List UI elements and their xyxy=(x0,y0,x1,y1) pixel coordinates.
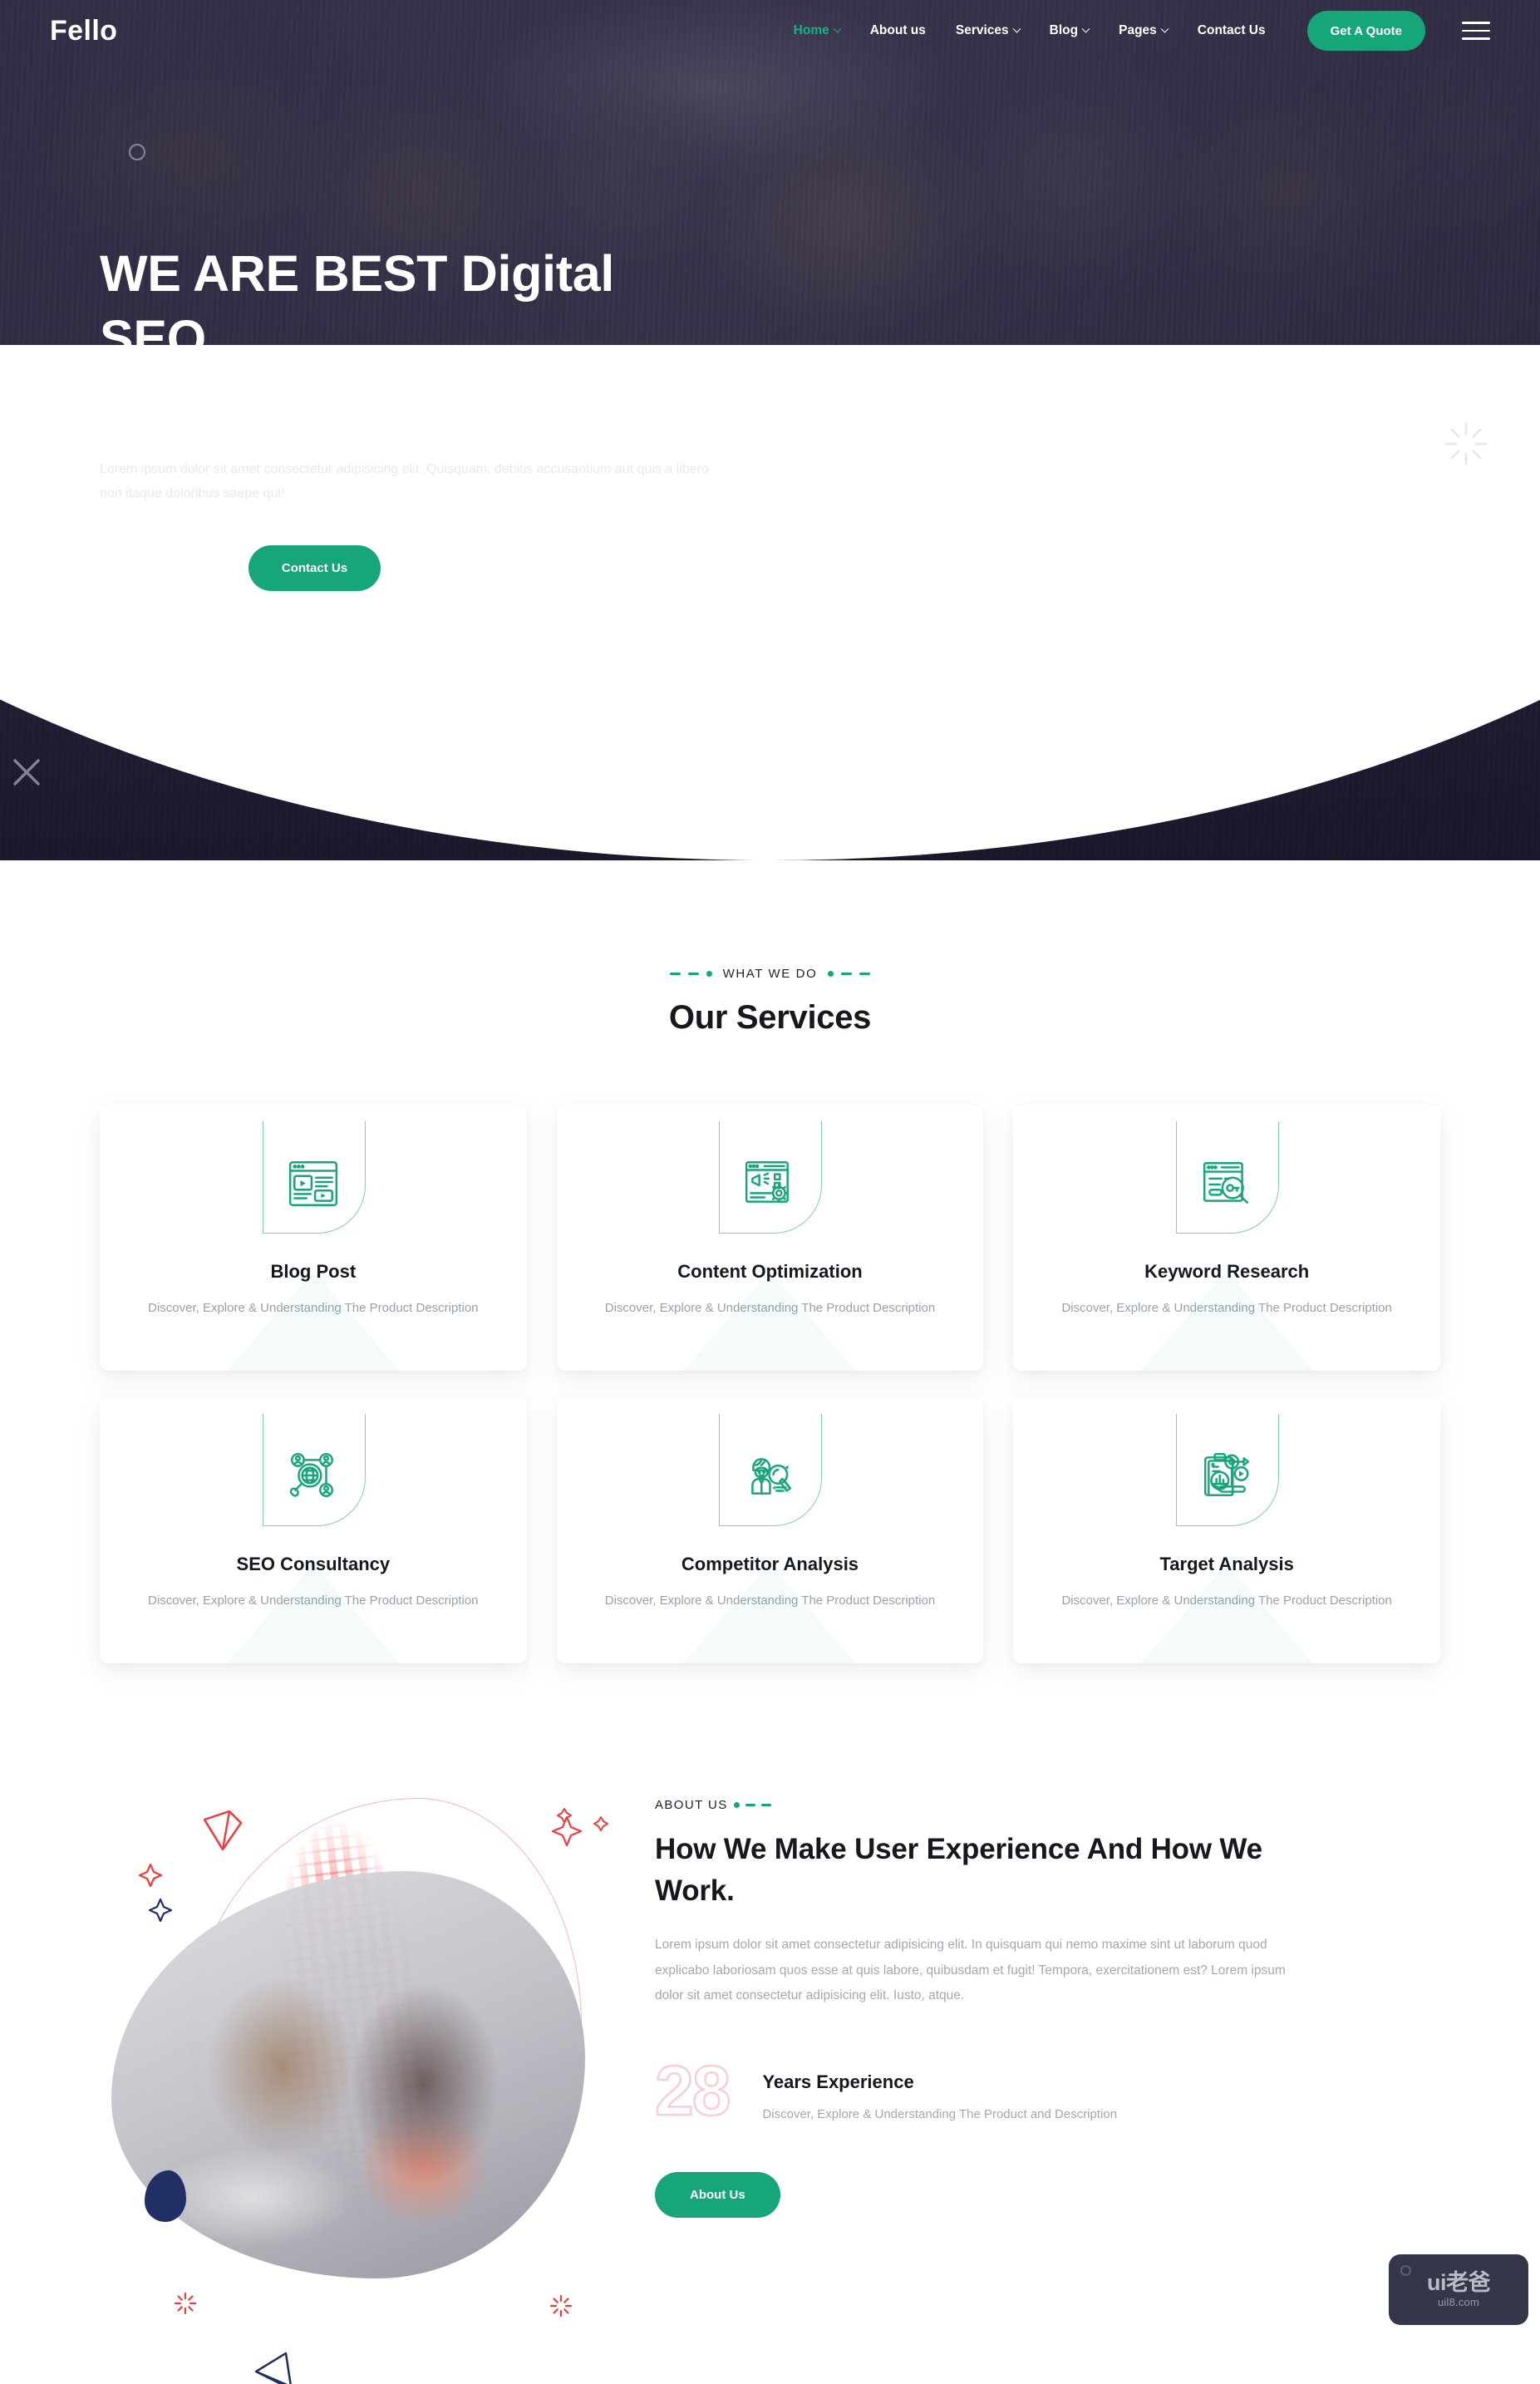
hero-title-line-2: SEO xyxy=(100,310,206,367)
red-burst-decor-icon xyxy=(549,2293,573,2322)
about-eyebrow: ABOUT US xyxy=(655,1798,1440,1812)
social-links xyxy=(1224,574,1540,798)
services-title: Our Services xyxy=(668,999,872,1036)
services-eyebrow: WHAT WE DO xyxy=(0,967,1540,981)
service-card-keyword-research[interactable]: Keyword Research Discover, Explore & Und… xyxy=(1013,1105,1440,1371)
circle-decor-icon xyxy=(1400,2265,1411,2276)
nav-label: Services xyxy=(955,23,1009,37)
about-illustration xyxy=(100,1750,632,2384)
service-card-seo-consultancy[interactable]: SEO Consultancy Discover, Explore & Unde… xyxy=(100,1397,527,1663)
nav-label: Pages xyxy=(1119,23,1157,37)
watermark-badge: ui老爸 uil8.com xyxy=(1389,2254,1528,2325)
about-paragraph: Lorem ipsum dolor sit amet consectetur a… xyxy=(655,1938,1286,2002)
experience-title: Years Experience xyxy=(762,2071,914,2093)
sparkle-decor-circle xyxy=(125,140,150,165)
navy-paper-plane-decor-icon xyxy=(251,2347,303,2384)
keyword-research-icon xyxy=(1176,1121,1280,1234)
dash-decor xyxy=(745,1804,755,1806)
contact-us-button[interactable]: Contact Us xyxy=(248,545,381,592)
nav-item-services[interactable]: Services xyxy=(941,23,1035,38)
navy-sparkle-decor-icon xyxy=(146,1896,175,1928)
content-optimization-icon xyxy=(719,1121,823,1234)
red-diamond-decor-icon xyxy=(198,1805,249,1860)
dash-decor xyxy=(841,973,853,975)
target-analysis-icon xyxy=(1176,1414,1280,1526)
facebook-icon[interactable] xyxy=(1292,733,1334,775)
starburst-decor-icon xyxy=(1442,420,1490,468)
pinterest-icon[interactable] xyxy=(1482,577,1523,618)
nav-label: Blog xyxy=(1049,23,1079,37)
service-card-competitor-analysis[interactable]: Competitor Analysis Discover, Explore & … xyxy=(556,1397,984,1663)
service-card-target-analysis[interactable]: Target Analysis Discover, Explore & Unde… xyxy=(1013,1397,1440,1663)
about-title: How We Make User Experience And How We W… xyxy=(655,1833,1262,1907)
instagram-icon[interactable] xyxy=(1341,697,1382,738)
hero-button-group: Get Started Contact Us xyxy=(100,545,864,592)
nav-item-contact-us[interactable]: Contact Us xyxy=(1183,23,1281,38)
red-burst-decor-icon xyxy=(173,2291,198,2320)
dash-decor xyxy=(687,973,699,975)
site-logo[interactable]: Fello xyxy=(50,15,117,47)
about-section: ABOUT US How We Make User Experience And… xyxy=(0,1750,1540,2384)
hero-title-line-1: WE ARE BEST Digital xyxy=(100,245,615,302)
nav-label: Contact Us xyxy=(1197,23,1266,37)
service-card-content-optimization[interactable]: Content Optimization Discover, Explore &… xyxy=(556,1105,984,1371)
experience-number: 28 xyxy=(654,2052,732,2130)
dot-decor xyxy=(706,971,712,977)
small-sparkle-decor-icon xyxy=(555,1806,573,1829)
watermark-url: uil8.com xyxy=(1437,2295,1479,2308)
experience-description: Discover, Explore & Understanding The Pr… xyxy=(762,2107,1118,2122)
hero-title: WE ARE BEST Digital SEO AGENCY xyxy=(100,241,864,436)
dot-decor xyxy=(828,971,834,977)
linkedin-icon[interactable] xyxy=(1435,617,1477,658)
small-sparkle-decor-icon xyxy=(592,1815,610,1837)
nav-item-about-us[interactable]: About us xyxy=(855,23,941,38)
red-sparkle-decor-icon xyxy=(136,1861,165,1894)
about-photo xyxy=(111,1871,585,2278)
twitter-icon[interactable] xyxy=(1389,657,1430,698)
hero-section: Fello Home About us Services Blog Pages … xyxy=(0,0,1540,860)
nav-label: About us xyxy=(869,23,926,37)
get-a-quote-button[interactable]: Get A Quote xyxy=(1306,11,1425,51)
experience-stat: 28 Years Experience Discover, Explore & … xyxy=(654,2052,1440,2130)
blog-post-icon xyxy=(262,1121,366,1234)
dash-decor xyxy=(760,1804,771,1806)
nav-menu: Home About us Services Blog Pages Contac… xyxy=(779,23,1281,38)
hero-title-line-3: AGENCY xyxy=(100,375,316,432)
chevron-down-icon xyxy=(1160,24,1169,33)
about-eyebrow-label: ABOUT US xyxy=(655,1798,728,1812)
cross-decor-icon xyxy=(7,752,47,792)
dot-decor xyxy=(733,1802,740,1808)
services-section: WHAT WE DO Our Services Blog Post Discov… xyxy=(0,860,1540,1663)
service-card-blog-post[interactable]: Blog Post Discover, Explore & Understand… xyxy=(100,1105,527,1371)
seo-consultancy-icon xyxy=(262,1414,366,1526)
nav-label: Home xyxy=(793,23,829,37)
watermark-logo: ui老爸 xyxy=(1427,2269,1491,2295)
dash-decor xyxy=(859,973,871,975)
chevron-down-icon xyxy=(833,24,842,33)
hero-subtitle: Lorem ipsum dolor sit amet consectetur a… xyxy=(100,462,709,501)
nav-item-home[interactable]: Home xyxy=(779,23,855,38)
services-eyebrow-label: WHAT WE DO xyxy=(722,967,818,981)
hero-content: WE ARE BEST Digital SEO AGENCY Lorem ips… xyxy=(100,241,864,592)
chevron-down-icon xyxy=(1012,24,1021,33)
hamburger-menu-icon[interactable] xyxy=(1462,22,1490,40)
nav-item-pages[interactable]: Pages xyxy=(1104,23,1183,38)
about-us-button[interactable]: About Us xyxy=(655,2172,780,2219)
dash-decor xyxy=(669,973,681,975)
main-navigation: Fello Home About us Services Blog Pages … xyxy=(0,0,1540,62)
about-content: ABOUT US How We Make User Experience And… xyxy=(632,1755,1440,2219)
competitor-analysis-icon xyxy=(719,1414,823,1526)
nav-item-blog[interactable]: Blog xyxy=(1035,23,1104,38)
get-started-button[interactable]: Get Started xyxy=(100,545,232,592)
services-grid: Blog Post Discover, Explore & Understand… xyxy=(100,1105,1440,1663)
chevron-down-icon xyxy=(1081,24,1090,33)
